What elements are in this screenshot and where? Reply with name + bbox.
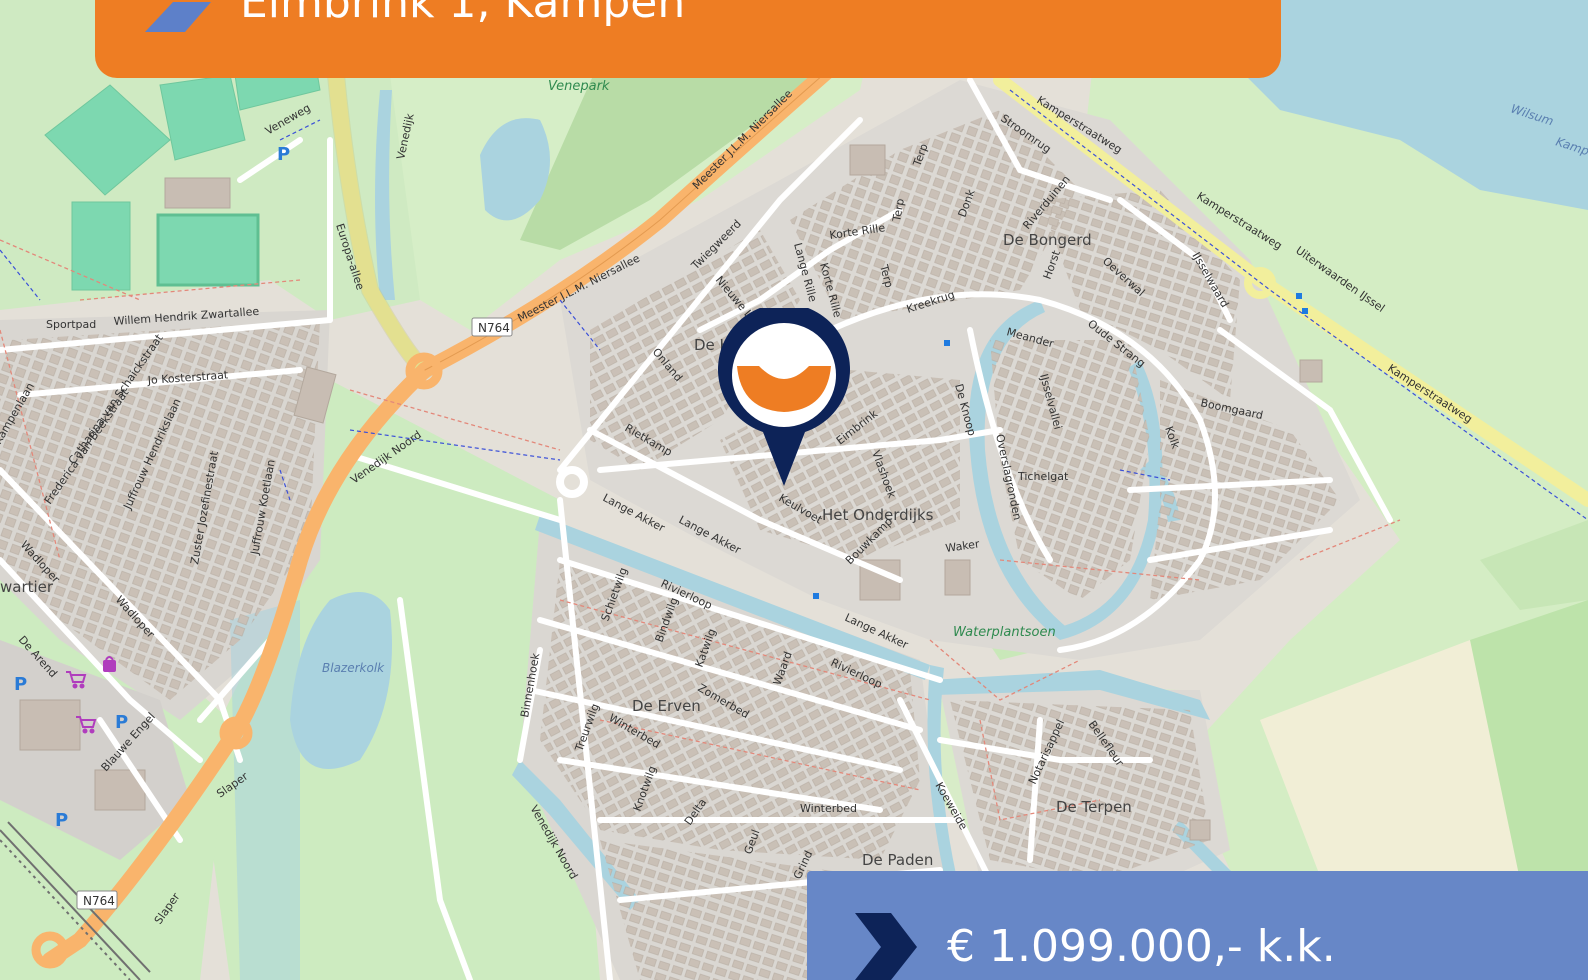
parking-icon: P [14, 674, 27, 695]
price-label: € 1.099.000,- k.k. [947, 921, 1336, 972]
park-label: Waterplantsoen [953, 625, 1056, 640]
chevron-right-icon [855, 913, 917, 980]
bus-stop-icon [1302, 308, 1308, 314]
svg-text:P: P [14, 674, 27, 695]
location-pin-icon[interactable] [717, 308, 851, 486]
address-title: Elmbrink 1, Kampen [240, 0, 686, 28]
bus-stop-icon [1296, 293, 1302, 299]
parking-icon: P [277, 144, 290, 165]
road-ref-n764-1: N764 [471, 317, 513, 337]
street-label: Tichelgat [1017, 470, 1069, 483]
svg-text:P: P [277, 144, 290, 165]
chevron-right-icon [145, 2, 211, 32]
place-label: Het Onderdijks [822, 506, 934, 524]
map-canvas[interactable]: Venepark Waterplantsoen De Bongerd Het O… [0, 0, 1588, 980]
parking-icon: P [55, 810, 68, 831]
place-label: De Paden [862, 851, 933, 869]
bus-stop-icon [944, 340, 950, 346]
park-label: Venepark [548, 79, 610, 94]
water-label: Blazerkolk [322, 661, 385, 675]
svg-text:P: P [115, 712, 128, 733]
svg-text:P: P [55, 810, 68, 831]
svg-text:N764: N764 [83, 894, 115, 908]
place-label: wartier [0, 578, 54, 596]
place-label: De Bongerd [1003, 231, 1092, 249]
street-label: Sportpad [46, 318, 96, 331]
place-label: De Terpen [1056, 798, 1132, 816]
street-label: Winterbed [800, 802, 857, 815]
bus-stop-icon [813, 593, 819, 599]
price-banner: € 1.099.000,- k.k. [807, 871, 1588, 980]
parking-icon: P [115, 712, 128, 733]
road-ref-n764-2: N764 [76, 890, 118, 910]
svg-text:N764: N764 [478, 321, 510, 335]
address-banner: Elmbrink 1, Kampen [95, 0, 1281, 78]
place-label: De Erven [632, 697, 701, 715]
